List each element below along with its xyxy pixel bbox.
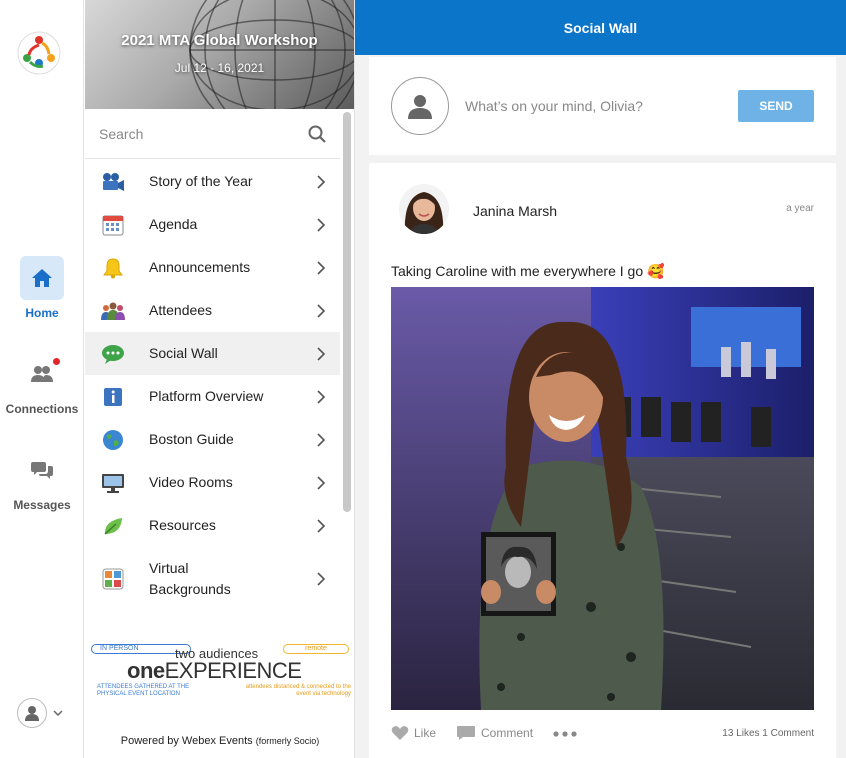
menu-item-resources[interactable]: Resources bbox=[85, 504, 340, 547]
chevron-right-icon bbox=[317, 432, 326, 447]
event-banner: 2021 MTA Global Workshop Jul 12 - 16, 20… bbox=[85, 0, 354, 109]
composer-input[interactable]: What’s on your mind, Olivia? bbox=[465, 98, 738, 114]
post-composer: What’s on your mind, Olivia? SEND bbox=[369, 57, 836, 155]
leaf-icon bbox=[101, 514, 125, 538]
event-dates: Jul 12 - 16, 2021 bbox=[174, 61, 265, 75]
powered-by: Powered by Webex Events (formerly Socio) bbox=[85, 735, 355, 747]
menu-label: Video Rooms bbox=[149, 474, 233, 490]
chevron-right-icon bbox=[317, 217, 326, 232]
menu-label-line2: Backgrounds bbox=[149, 581, 231, 597]
calendar-icon bbox=[101, 213, 125, 237]
sidebar-scrollbar[interactable] bbox=[343, 112, 351, 512]
menu-label-line1: Virtual bbox=[149, 560, 189, 576]
chevron-right-icon bbox=[317, 346, 326, 361]
menu-item-boston-guide[interactable]: Boston Guide bbox=[85, 418, 340, 461]
menu-item-platform-overview[interactable]: Platform Overview bbox=[85, 375, 340, 418]
profile-menu[interactable] bbox=[17, 698, 63, 728]
event-title: 2021 MTA Global Workshop bbox=[121, 32, 318, 49]
promo-sub-right: attendees distanced & connected to the e… bbox=[245, 684, 351, 697]
send-button[interactable]: SEND bbox=[738, 90, 814, 122]
chevron-right-icon bbox=[317, 389, 326, 404]
menu-label: Resources bbox=[149, 517, 216, 533]
home-icon bbox=[20, 256, 64, 300]
post-time: a year bbox=[786, 203, 814, 214]
powered-text: Powered by Webex Events bbox=[120, 735, 253, 747]
promo-banner: IN PERSON remote two audiences oneEXPERI… bbox=[89, 640, 351, 702]
chevron-right-icon bbox=[317, 303, 326, 318]
menu-label: Agenda bbox=[149, 216, 198, 232]
likes-comments-count[interactable]: 13 Likes 1 Comment bbox=[722, 728, 814, 739]
comment-icon bbox=[457, 726, 476, 740]
promo-remote: remote bbox=[283, 644, 349, 654]
author-avatar[interactable] bbox=[399, 184, 449, 234]
menu-item-virtual-backgrounds[interactable]: Virtual Backgrounds bbox=[85, 547, 340, 611]
rail-messages-label: Messages bbox=[13, 498, 71, 512]
rail-connections-label: Connections bbox=[5, 402, 79, 416]
menu-label: Virtual Backgrounds bbox=[149, 558, 316, 600]
menu-item-video-rooms[interactable]: Video Rooms bbox=[85, 461, 340, 504]
comment-button[interactable]: Comment bbox=[456, 725, 533, 741]
post-card: Janina Marsh a year Taking Caroline with… bbox=[369, 163, 836, 758]
bell-icon bbox=[101, 256, 125, 280]
heart-icon bbox=[391, 726, 409, 740]
people-icon bbox=[20, 352, 64, 396]
notification-badge bbox=[53, 358, 60, 365]
main-content: Social Wall What’s on your mind, Olivia?… bbox=[355, 0, 846, 758]
menu-item-announcements[interactable]: Announcements bbox=[85, 246, 340, 289]
menu-label: Social Wall bbox=[149, 345, 218, 361]
avatar-icon bbox=[17, 698, 47, 728]
video-camera-icon bbox=[101, 170, 125, 194]
left-rail: Home Connections Messages bbox=[0, 0, 84, 758]
menu-label: Boston Guide bbox=[149, 431, 234, 447]
event-menu: Story of the Year Agenda Announcements A… bbox=[85, 160, 340, 611]
chevron-right-icon bbox=[317, 475, 326, 490]
post-text: Taking Caroline with me everywhere I go … bbox=[391, 263, 665, 279]
like-button[interactable]: Like bbox=[391, 725, 436, 741]
menu-label: Platform Overview bbox=[149, 388, 264, 404]
menu-item-story-of-the-year[interactable]: Story of the Year bbox=[85, 160, 340, 203]
photo-grid-icon bbox=[101, 567, 125, 591]
post-photo[interactable] bbox=[391, 287, 814, 710]
menu-item-agenda[interactable]: Agenda bbox=[85, 203, 340, 246]
search-icon bbox=[308, 125, 326, 143]
page-title: Social Wall bbox=[355, 0, 846, 55]
menu-label: Story of the Year bbox=[149, 173, 253, 189]
post-actions: Like Comment 13 Likes 1 Comment bbox=[391, 723, 814, 743]
globe-graphic-icon bbox=[189, 0, 354, 109]
chat-bubbles-icon bbox=[20, 448, 64, 492]
promo-sub-left: ATTENDEES GATHERED AT THE PHYSICAL EVENT… bbox=[97, 684, 190, 697]
like-label: Like bbox=[414, 726, 437, 740]
speech-bubble-icon bbox=[101, 342, 125, 366]
chevron-right-icon bbox=[317, 174, 326, 189]
info-icon bbox=[101, 385, 125, 409]
rail-messages[interactable]: Messages bbox=[0, 448, 84, 512]
chevron-right-icon bbox=[317, 518, 326, 533]
menu-item-social-wall[interactable]: Social Wall bbox=[85, 332, 340, 375]
rail-home[interactable]: Home bbox=[0, 256, 84, 320]
promo-one: one bbox=[127, 658, 165, 683]
attendees-icon bbox=[101, 299, 125, 323]
event-sidebar: 2021 MTA Global Workshop Jul 12 - 16, 20… bbox=[85, 0, 355, 758]
promo-one-experience: oneEXPERIENCE bbox=[127, 658, 302, 684]
rail-connections[interactable]: Connections bbox=[0, 352, 84, 416]
menu-label: Announcements bbox=[149, 259, 251, 275]
chevron-right-icon bbox=[317, 260, 326, 275]
monitor-icon bbox=[101, 471, 125, 495]
powered-note: (formerly Socio) bbox=[255, 736, 320, 746]
user-avatar-icon bbox=[391, 77, 449, 135]
promo-experience: EXPERIENCE bbox=[164, 658, 302, 683]
rail-home-label: Home bbox=[25, 306, 59, 320]
comment-label: Comment bbox=[481, 726, 534, 740]
chevron-right-icon bbox=[317, 572, 326, 586]
app-logo-icon[interactable] bbox=[16, 30, 62, 76]
chevron-down-icon bbox=[53, 710, 63, 716]
more-options-icon[interactable] bbox=[553, 726, 577, 740]
menu-item-attendees[interactable]: Attendees bbox=[85, 289, 340, 332]
globe-icon bbox=[101, 428, 125, 452]
search-placeholder: Search bbox=[99, 125, 144, 142]
menu-label: Attendees bbox=[149, 302, 213, 318]
search-input[interactable]: Search bbox=[85, 109, 340, 159]
author-name[interactable]: Janina Marsh bbox=[473, 203, 557, 219]
